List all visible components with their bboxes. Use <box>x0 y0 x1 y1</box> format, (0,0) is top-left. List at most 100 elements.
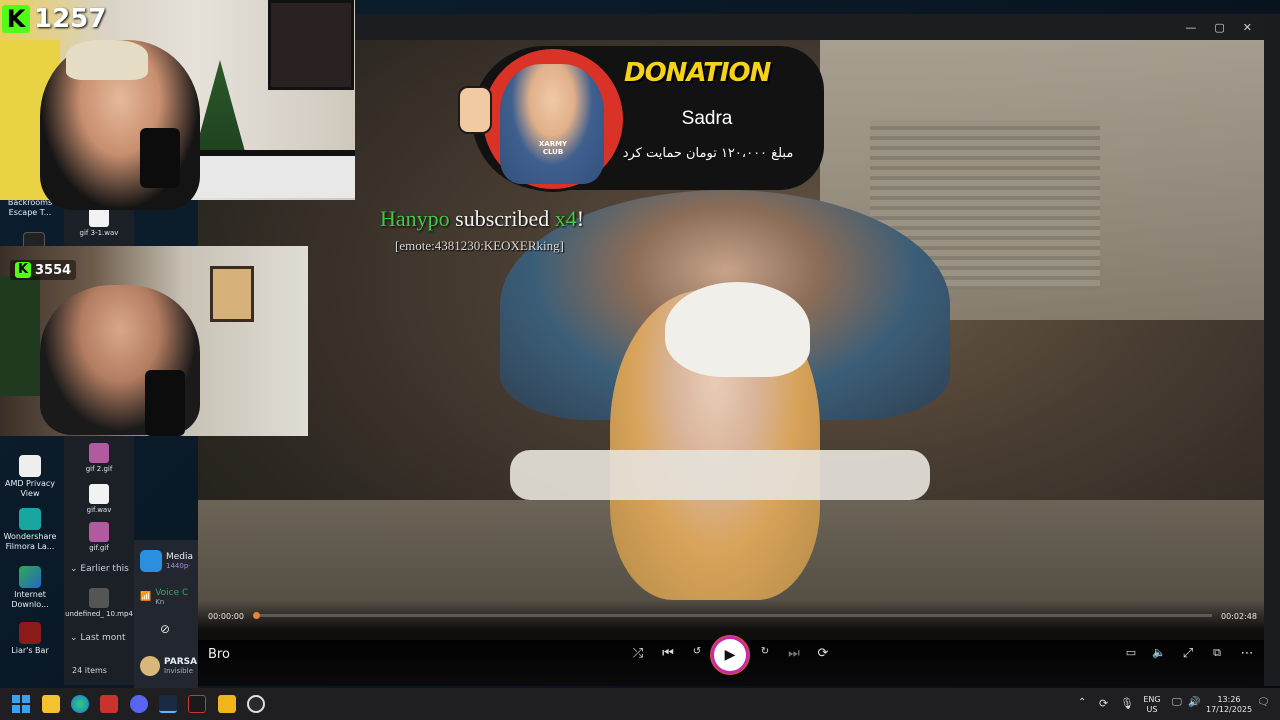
discord-voice-row[interactable]: 📶 Voice C Kn <box>136 588 192 606</box>
kick-logo-icon: K <box>15 262 31 278</box>
minimize-icon[interactable]: — <box>1185 21 1196 34</box>
file-item[interactable]: gif 2.gif <box>64 443 134 474</box>
thumbs-up-icon <box>458 86 492 134</box>
seek-thumb[interactable] <box>253 612 260 619</box>
filmora-icon <box>19 508 41 530</box>
desktop-icon-amd-privacy[interactable]: AMD Privacy View <box>0 455 60 499</box>
kick-counter-top: K 1257 <box>2 4 106 34</box>
desktop-icon-idm[interactable]: Internet Downlo... <box>0 566 60 610</box>
obs-like-icon[interactable] <box>188 695 206 713</box>
subscriber-name: Hanypo <box>380 206 450 231</box>
play-icon: ▶ <box>724 647 736 663</box>
maximize-icon[interactable]: ▢ <box>1214 21 1224 34</box>
discord-user-row[interactable]: PARSA Invisible <box>136 656 201 676</box>
rewind-10-icon[interactable]: ↺ <box>686 646 708 657</box>
fullscreen-icon[interactable]: ⤢ <box>1177 646 1199 661</box>
kick-count: 3554 <box>35 262 72 278</box>
donation-title: DONATION <box>624 58 771 88</box>
desktop-icon-label: Backrooms Escape T... <box>7 198 53 217</box>
kick-count: 1257 <box>34 4 107 34</box>
chevron-down-icon: ⌄ <box>70 564 78 574</box>
subscription-bang: ! <box>576 206 585 231</box>
start-button[interactable] <box>12 695 30 713</box>
shuffle-icon[interactable]: ⤮ <box>627 646 649 661</box>
subtitles-icon[interactable]: ▭ <box>1120 646 1142 659</box>
desktop-icon-liars-bar[interactable]: Liar's Bar <box>0 622 60 656</box>
seek-bar[interactable] <box>256 614 1212 617</box>
notification-icon[interactable]: 🗨 <box>1257 697 1270 708</box>
previous-icon[interactable]: ⏮ <box>657 646 679 661</box>
file-item[interactable]: gif.wav <box>64 484 134 515</box>
item-count: 24 items <box>72 666 107 675</box>
file-explorer-icon[interactable] <box>42 695 60 713</box>
desktop-icon-filmora[interactable]: Wondershare Filmora La... <box>0 508 60 552</box>
forward-30-icon[interactable]: ↻ <box>754 646 776 657</box>
gif-file-icon <box>89 522 109 542</box>
chevron-down-icon: ⌄ <box>70 633 78 643</box>
repeat-icon[interactable]: ⟳ <box>812 646 834 661</box>
play-button[interactable]: ▶ <box>714 639 746 671</box>
volume-icon[interactable]: 🔈 <box>1148 646 1170 659</box>
discord-icon[interactable] <box>130 695 148 713</box>
file-item[interactable]: gif.gif <box>64 522 134 553</box>
subscription-text: subscribed <box>455 206 550 231</box>
group-header-last-month[interactable]: ⌄ Last mont <box>66 633 126 643</box>
time-total: 00:02:48 <box>1221 612 1257 621</box>
file-item-label: undefined_ 10.mp4 <box>65 610 133 618</box>
group-label: Last mont <box>80 633 126 643</box>
desktop-icon-label: Wondershare Filmora La... <box>3 532 57 551</box>
volume-tray-icon[interactable]: 🔊 <box>1188 697 1200 708</box>
more-options-icon[interactable]: ⋯ <box>1236 646 1258 661</box>
media-player-icon[interactable] <box>247 695 265 713</box>
clock[interactable]: 13:26 17/12/2025 <box>1206 695 1252 715</box>
subscription-alert: Hanypo subscribed x4! <box>380 206 620 232</box>
audio-file-icon <box>89 207 109 227</box>
wall-picture <box>268 0 354 90</box>
video-baby-hat <box>665 282 810 377</box>
screen-share-off-icon[interactable]: ⊘ <box>160 622 170 636</box>
file-item-label: gif.wav <box>86 506 112 514</box>
group-header-earlier[interactable]: ⌄ Earlier this <box>66 564 129 574</box>
signal-icon: 📶 <box>140 592 152 602</box>
next-icon[interactable]: ⏭ <box>783 646 805 661</box>
media-sub: 1440p· <box>166 562 191 570</box>
lang-top: ENG <box>1143 695 1161 704</box>
monitor-icon[interactable]: 🖵 <box>1172 697 1182 708</box>
lang-bottom: US <box>1146 705 1158 714</box>
discord-media-row[interactable]: Media 1440p· <box>136 550 197 572</box>
language-indicator[interactable]: ENG US <box>1138 695 1166 715</box>
close-icon[interactable]: ✕ <box>1243 21 1252 34</box>
microphone-bottom <box>145 370 185 436</box>
plant <box>0 276 40 396</box>
amd-privacy-icon <box>19 455 41 477</box>
microphone-top <box>140 128 180 188</box>
wall-picture <box>210 266 254 322</box>
file-item-label: gif.gif <box>89 544 109 552</box>
file-item[interactable]: undefined_ 10.mp4 <box>64 588 134 619</box>
time-current: 00:00:00 <box>208 612 244 621</box>
mic-tray-icon[interactable]: 🎙 <box>1120 697 1134 710</box>
media-title: Media <box>166 552 194 562</box>
sync-icon[interactable]: ⟳ <box>1099 697 1108 710</box>
track-name: Bro <box>208 647 230 662</box>
avatar <box>140 656 160 676</box>
donation-message: مبلغ ۱۲۰،۰۰۰ تومان حمایت کرد <box>622 146 794 161</box>
video-stroller-rail <box>510 450 930 500</box>
streamer-top-hair <box>66 40 148 80</box>
video-file-icon <box>89 588 109 608</box>
donor-name: Sadra <box>681 108 733 129</box>
keyboard-synth <box>190 150 355 198</box>
clock-time: 13:26 <box>1217 695 1241 704</box>
file-item[interactable]: gif 3-1.wav <box>64 207 134 238</box>
group-label: Earlier this <box>80 564 129 574</box>
liars-bar-icon <box>19 622 41 644</box>
steam-icon[interactable] <box>159 695 177 713</box>
pinned-app-icon[interactable] <box>100 695 118 713</box>
chevron-up-icon[interactable]: ⌃ <box>1078 697 1086 708</box>
app-icon[interactable] <box>218 695 236 713</box>
mascot-shirt-text: XARMY CLUB <box>538 140 568 156</box>
mini-player-icon[interactable]: ⧉ <box>1206 646 1228 660</box>
edge-browser-icon[interactable] <box>71 695 89 713</box>
player-titlebar: — ▢ ✕ <box>198 14 1264 40</box>
kick-counter-bottom: K 3554 <box>10 260 77 280</box>
